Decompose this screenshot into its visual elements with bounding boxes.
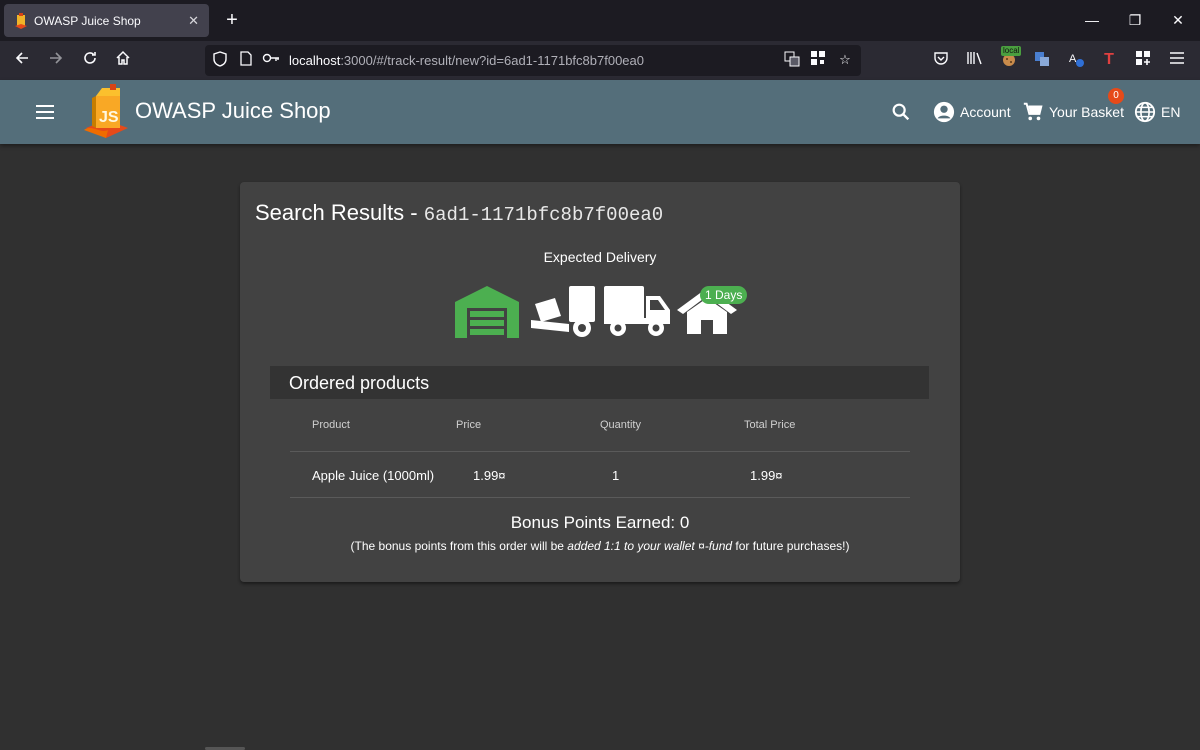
extension-language-icon[interactable]: A <box>1066 50 1086 70</box>
basket-button[interactable]: Your Basket <box>1022 100 1124 124</box>
search-icon <box>892 103 910 121</box>
bonus-note-emphasis: added 1:1 to your wallet ¤-fund <box>567 539 733 553</box>
bonus-note-end: for future purchases!) <box>732 539 850 553</box>
local-badge: local <box>1001 46 1022 56</box>
heading-label: Search Results - <box>255 200 424 225</box>
tab-close-icon[interactable]: ✕ <box>188 13 199 29</box>
track-result-card: Search Results - 6ad1-1171bfc8b7f00ea0 E… <box>240 182 960 582</box>
bookmark-star-icon[interactable]: ☆ <box>836 51 854 69</box>
home-button-icon[interactable] <box>112 50 134 72</box>
bonus-note-start: (The bonus points from this order will b… <box>350 539 568 553</box>
juice-shop-logo[interactable]: JS <box>82 84 130 140</box>
app-toolbar: JS OWASP Juice Shop Account Your Basket … <box>0 80 1200 144</box>
ordered-products-title: Ordered products <box>289 373 430 393</box>
account-label: Account <box>960 104 1011 120</box>
juice-shop-favicon-icon <box>14 12 28 29</box>
shield-icon[interactable] <box>211 51 229 69</box>
search-button[interactable] <box>890 100 917 124</box>
dolly-icon <box>529 284 597 343</box>
table-divider <box>290 497 910 498</box>
account-button[interactable]: Account <box>933 100 1011 124</box>
svg-text:A: A <box>1069 53 1077 65</box>
page-icon[interactable] <box>237 51 255 69</box>
ordered-products-header: Ordered products <box>270 366 929 399</box>
delivery-days-badge: 1 Days <box>700 286 748 304</box>
restore-icon[interactable]: ❐ <box>1125 10 1145 30</box>
url-text: localhost:3000/#/track-result/new?id=6ad… <box>289 53 644 68</box>
key-icon[interactable] <box>262 51 280 69</box>
tab-title: OWASP Juice Shop <box>34 13 141 28</box>
basket-count-badge: 0 <box>1108 88 1124 104</box>
truck-icon <box>604 284 672 343</box>
cell-quantity: 1 <box>612 468 620 483</box>
translate-icon[interactable] <box>783 51 801 69</box>
bonus-points-note: (The bonus points from this order will b… <box>240 539 960 553</box>
back-icon[interactable] <box>11 50 33 72</box>
column-header-total-price: Total Price <box>744 419 796 431</box>
cell-total-price: 1.99¤ <box>750 468 783 483</box>
minimize-icon[interactable]: — <box>1082 10 1102 30</box>
table-divider <box>290 451 910 452</box>
extension-t-icon[interactable]: T <box>1099 50 1119 70</box>
new-tab-button[interactable]: + <box>221 9 243 31</box>
order-id: 6ad1-1171bfc8b7f00ea0 <box>423 204 664 226</box>
expected-delivery-label: Expected Delivery <box>543 249 657 265</box>
url-bar[interactable]: localhost:3000/#/track-result/new?id=6ad… <box>205 45 861 76</box>
browser-tab[interactable]: OWASP Juice Shop ✕ <box>4 4 209 37</box>
url-host: localhost <box>289 53 341 68</box>
extensions-grid-icon[interactable] <box>1133 50 1153 70</box>
column-header-product: Product <box>312 419 350 431</box>
pocket-icon[interactable] <box>931 50 951 70</box>
column-header-quantity: Quantity <box>600 419 641 431</box>
svg-text:JS: JS <box>99 109 119 126</box>
bonus-points-title: Bonus Points Earned: 0 <box>510 513 690 532</box>
library-icon[interactable] <box>965 50 985 70</box>
language-button[interactable]: EN <box>1134 100 1180 124</box>
warehouse-icon <box>453 284 521 343</box>
app-title[interactable]: OWASP Juice Shop <box>135 98 331 124</box>
cart-icon <box>1023 102 1043 121</box>
globe-icon <box>1134 101 1156 123</box>
cell-product: Apple Juice (1000ml) <box>312 468 435 483</box>
browser-menu-icon[interactable] <box>1167 50 1187 70</box>
close-window-icon[interactable]: ✕ <box>1168 10 1188 30</box>
column-header-price: Price <box>456 419 482 431</box>
search-results-heading: Search Results - 6ad1-1171bfc8b7f00ea0 <box>255 200 663 226</box>
url-path: :3000/#/track-result/new?id=6ad1-1171bfc… <box>340 53 644 68</box>
forward-icon[interactable] <box>45 50 67 72</box>
reload-icon[interactable] <box>79 50 101 72</box>
sidenav-menu-icon[interactable] <box>34 101 56 123</box>
basket-label: Your Basket <box>1049 104 1124 120</box>
extension-translate-icon[interactable] <box>1032 50 1052 70</box>
qr-code-icon[interactable] <box>809 51 827 69</box>
cell-price: 1.99¤ <box>473 468 506 483</box>
language-label: EN <box>1161 104 1181 120</box>
browser-tab-bar: OWASP Juice Shop ✕ + — ❐ ✕ <box>0 0 1200 41</box>
account-icon <box>933 101 955 123</box>
